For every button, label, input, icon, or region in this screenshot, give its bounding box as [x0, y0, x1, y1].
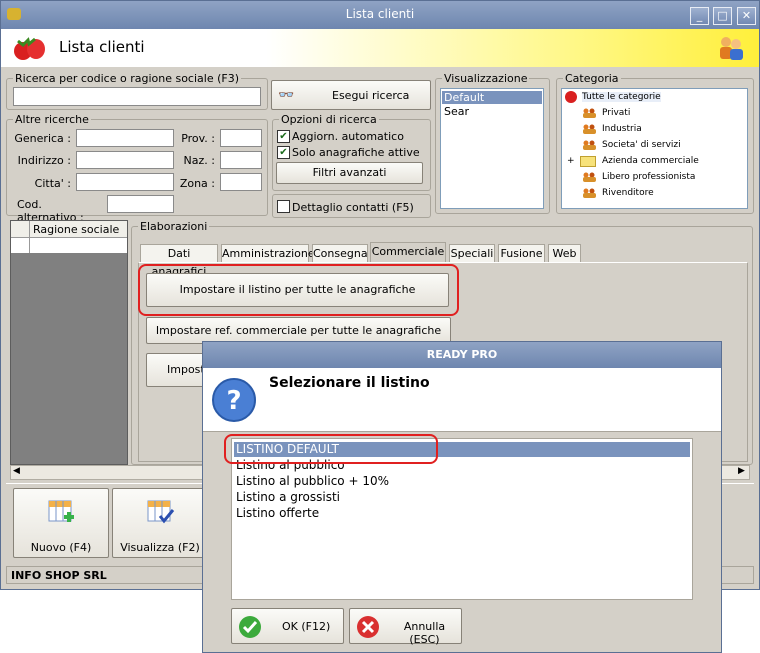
category-item-industria[interactable]: Industria: [602, 124, 642, 134]
maximize-icon[interactable]: □: [713, 7, 732, 25]
cancel-icon: [357, 616, 379, 638]
dialog-header: ? Selezionare il listino: [203, 368, 721, 432]
visualization-item-sear[interactable]: Sear: [444, 105, 469, 118]
other-search-label: Altre ricerche: [15, 113, 89, 126]
tab-web[interactable]: Web: [548, 244, 581, 263]
zona-label: Zona :: [179, 177, 215, 190]
cod-alternativo-input[interactable]: [107, 195, 174, 213]
zona-input[interactable]: [220, 173, 262, 191]
search-options-label: Opzioni di ricerca: [281, 113, 377, 126]
naz-input[interactable]: [220, 151, 262, 169]
tab-fusione[interactable]: Fusione: [498, 244, 545, 263]
people-icon: [582, 108, 596, 118]
view-button[interactable]: Visualizza (F2): [112, 488, 208, 558]
highlight-frame: [138, 264, 459, 316]
view-button-label: Visualizza (F2): [120, 541, 200, 554]
indirizzo-label: Indirizzo :: [17, 154, 71, 167]
ok-label: OK (F12): [282, 620, 331, 633]
customer-grid[interactable]: Ragione sociale: [10, 220, 128, 465]
strawberry-logo-icon: [14, 37, 45, 60]
set-commercial-ref-button[interactable]: Impostare ref. commerciale per tutte le …: [146, 317, 451, 362]
customers-icon: [720, 37, 743, 60]
dialog-heading: Selezionare il listino: [269, 375, 430, 391]
checkmark-icon: [239, 616, 261, 638]
contact-detail-checkbox[interactable]: [277, 200, 290, 213]
auto-update-checkbox[interactable]: ✔: [277, 130, 290, 143]
category-tree[interactable]: Tutte le categorie Privati Industria Soc…: [561, 88, 748, 209]
active-only-label: Solo anagrafiche attive: [292, 146, 420, 159]
processing-label: Elaborazioni: [140, 220, 208, 233]
tab-dati-anagrafici[interactable]: Dati anagrafici: [140, 244, 218, 278]
category-root[interactable]: Tutte le categorie: [582, 92, 661, 102]
prov-input[interactable]: [220, 129, 262, 147]
category-item-privati[interactable]: Privati: [602, 108, 630, 118]
visualization-item-default[interactable]: Default: [442, 91, 542, 104]
cancel-label: Annulla (ESC): [403, 620, 446, 646]
people-icon: [582, 172, 596, 182]
category-item-azienda[interactable]: Azienda commerciale: [602, 156, 699, 166]
citta-label: Citta' :: [34, 177, 71, 190]
price-list-option[interactable]: Listino a grossisti: [236, 490, 340, 505]
status-company: INFO SHOP SRL: [11, 569, 107, 582]
scroll-right-icon[interactable]: ▶: [738, 466, 745, 476]
view-record-icon: [147, 500, 175, 524]
generica-label: Generica :: [14, 132, 71, 145]
cancel-button[interactable]: Annulla (ESC): [349, 608, 462, 646]
citta-input[interactable]: [76, 173, 174, 191]
select-price-list-dialog: READY PRO ? Selezionare il listino LISTI…: [202, 341, 722, 653]
auto-update-label: Aggiorn. automatico: [292, 130, 404, 143]
folder-icon: [580, 156, 596, 167]
question-icon: ?: [212, 378, 256, 422]
strawberry-icon: [565, 91, 577, 103]
grid-row[interactable]: [11, 238, 127, 253]
people-icon: [582, 124, 596, 134]
minimize-icon[interactable]: _: [690, 7, 709, 25]
active-only-checkbox[interactable]: ✔: [277, 146, 290, 159]
execute-search-label: Esegui ricerca: [332, 89, 410, 102]
page-title: Lista clienti: [59, 38, 145, 56]
visualization-label: Visualizzazione: [444, 72, 528, 85]
category-item-libero[interactable]: Libero professionista: [602, 172, 695, 182]
search-input[interactable]: [13, 87, 261, 106]
people-icon: [582, 188, 596, 198]
price-list-option[interactable]: Listino offerte: [236, 506, 319, 521]
contact-detail-label: Dettaglio contatti (F5): [292, 201, 414, 214]
search-group-label: Ricerca per codice o ragione sociale (F3…: [15, 72, 240, 85]
prov-label: Prov. :: [181, 132, 215, 145]
tab-amministrazione[interactable]: Amministrazione: [221, 244, 315, 263]
grid-header: Ragione sociale: [11, 221, 127, 238]
grid-column-ragione-sociale[interactable]: Ragione sociale: [33, 223, 119, 236]
header-banner: Lista clienti: [1, 29, 759, 67]
highlight-frame: [224, 434, 438, 464]
close-icon[interactable]: ✕: [737, 7, 756, 25]
advanced-filters-button[interactable]: Filtri avanzati: [276, 162, 423, 184]
binoculars-icon: 👓: [278, 88, 295, 103]
tab-consegna[interactable]: Consegna: [312, 244, 368, 263]
people-icon: [582, 140, 596, 150]
ok-button[interactable]: OK (F12): [231, 608, 344, 644]
new-button[interactable]: Nuovo (F4): [13, 488, 109, 558]
new-button-label: Nuovo (F4): [30, 541, 92, 554]
dialog-title[interactable]: READY PRO: [203, 342, 721, 368]
category-item-rivenditore[interactable]: Rivenditore: [602, 188, 654, 198]
scroll-left-icon[interactable]: ◀: [13, 466, 20, 476]
naz-label: Naz. :: [183, 154, 215, 167]
tab-commerciale[interactable]: Commerciale: [370, 242, 446, 263]
title-bar[interactable]: Lista clienti _ □ ✕: [1, 1, 759, 29]
category-label: Categoria: [565, 72, 619, 85]
visualization-list[interactable]: Default Sear: [440, 88, 544, 209]
generica-input[interactable]: [76, 129, 174, 147]
expand-icon[interactable]: +: [567, 156, 575, 166]
category-item-servizi[interactable]: Societa' di servizi: [602, 140, 681, 150]
tab-speciali[interactable]: Speciali: [449, 244, 495, 263]
price-list-option[interactable]: Listino al pubblico + 10%: [236, 474, 389, 489]
execute-search-button[interactable]: 👓 Esegui ricerca: [271, 80, 431, 110]
window-title: Lista clienti: [345, 7, 415, 21]
new-record-icon: [48, 500, 74, 522]
svg-text:?: ?: [226, 386, 241, 416]
indirizzo-input[interactable]: [76, 151, 174, 169]
